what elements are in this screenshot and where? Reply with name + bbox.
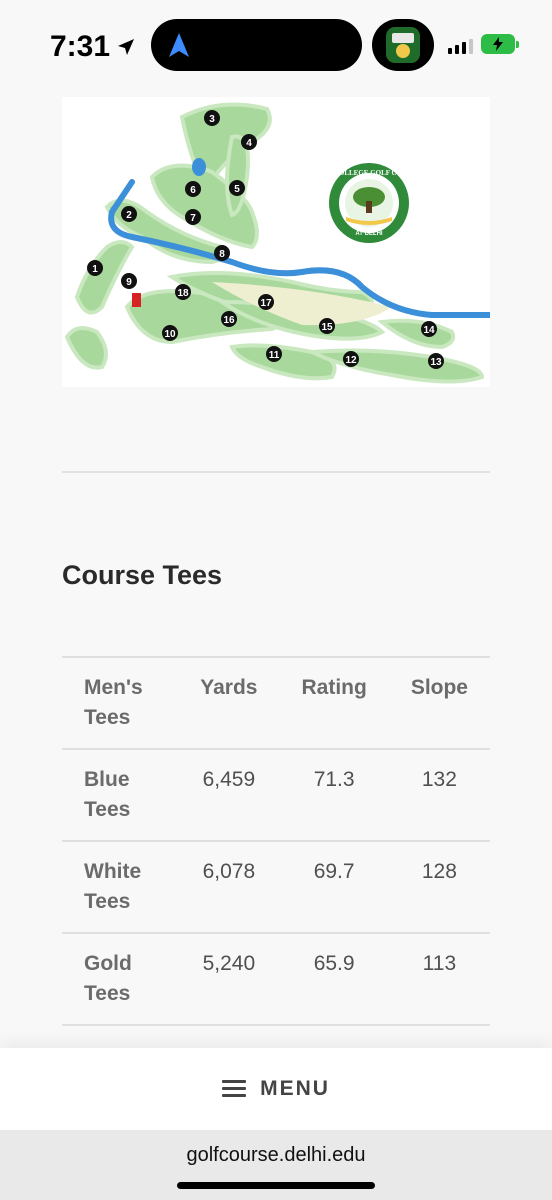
url-text[interactable]: golfcourse.delhi.edu [0, 1144, 552, 1167]
tee-yards: 5,240 [178, 932, 280, 1026]
hole-marker: 18 [175, 284, 191, 300]
tee-rating: 65.9 [279, 932, 389, 1026]
header-mens-tees: Men's Tees [62, 656, 179, 749]
svg-text:16: 16 [223, 315, 235, 326]
course-map-image: 1 2 3 4 5 6 7 8 9 10 11 12 13 14 15 16 1… [62, 97, 493, 387]
hole-marker: 5 [229, 180, 245, 196]
live-activity-app[interactable] [372, 19, 434, 71]
tee-name: Gold Tees [62, 932, 179, 1026]
table-row: Gold Tees 5,240 65.9 113 [62, 932, 490, 1026]
header-yards: Yards [178, 656, 280, 749]
svg-text:17: 17 [260, 298, 272, 309]
dynamic-island[interactable] [151, 19, 362, 71]
hole-marker: 9 [121, 273, 137, 289]
hole-marker: 16 [221, 311, 237, 327]
svg-text:4: 4 [246, 138, 252, 149]
hamburger-menu-icon [222, 1080, 247, 1098]
hole-marker: 14 [421, 321, 437, 337]
svg-text:14: 14 [423, 325, 435, 336]
hole-marker: 13 [428, 353, 444, 369]
svg-text:1: 1 [92, 264, 98, 275]
hole-marker: 3 [204, 110, 220, 126]
status-bar: 7:31 [0, 0, 552, 90]
hole-marker: 1 [87, 260, 103, 276]
svg-text:9: 9 [126, 277, 132, 288]
battery-charging-icon [481, 34, 519, 54]
svg-text:7: 7 [190, 213, 196, 224]
header-slope: Slope [388, 656, 490, 749]
tee-yards: 6,078 [178, 840, 280, 933]
browser-address-bar[interactable]: golfcourse.delhi.edu [0, 1130, 552, 1200]
tee-slope: 113 [388, 932, 490, 1026]
hole-marker: 4 [241, 134, 257, 150]
table-header-row: Men's Tees Yards Rating Slope [62, 656, 490, 749]
tee-name: Blue Tees [62, 748, 179, 841]
home-indicator[interactable] [177, 1182, 375, 1189]
svg-text:THE COLLEGE GOLF COURSE: THE COLLEGE GOLF COURSE [317, 169, 421, 177]
hole-marker: 8 [214, 245, 230, 261]
svg-text:10: 10 [164, 329, 176, 340]
table-row: Blue Tees 6,459 71.3 132 [62, 748, 490, 841]
menu-label: MENU [260, 1077, 330, 1100]
location-arrow-icon [118, 39, 135, 55]
svg-text:3: 3 [209, 114, 215, 125]
status-time: 7:31 [50, 30, 136, 64]
svg-text:11: 11 [269, 350, 280, 361]
svg-text:5: 5 [234, 184, 240, 195]
svg-text:2: 2 [126, 210, 132, 221]
hole-marker: 15 [319, 318, 335, 334]
course-tees-table: Men's Tees Yards Rating Slope Blue Tees … [62, 656, 490, 1026]
svg-text:18: 18 [177, 288, 189, 299]
menu-button[interactable]: MENU [0, 1048, 552, 1130]
course-map[interactable]: 1 2 3 4 5 6 7 8 9 10 11 12 13 14 15 16 1… [62, 97, 493, 387]
svg-text:15: 15 [321, 322, 333, 333]
svg-text:13: 13 [430, 357, 442, 368]
tee-yards: 6,459 [178, 748, 280, 841]
svg-text:6: 6 [190, 185, 196, 196]
navigation-arrow-icon [169, 33, 189, 57]
hole-marker: 12 [343, 351, 359, 367]
section-divider [62, 471, 490, 473]
tee-rating: 71.3 [279, 748, 389, 841]
svg-text:12: 12 [345, 355, 357, 366]
hole-marker: 11 [266, 346, 282, 362]
hole-marker: 7 [185, 209, 201, 225]
header-rating: Rating [279, 656, 389, 749]
golf-app-icon [386, 27, 420, 63]
tee-rating: 69.7 [279, 840, 389, 933]
tee-slope: 132 [388, 748, 490, 841]
section-title: Course Tees [62, 560, 223, 590]
tee-name: White Tees [62, 840, 179, 933]
hole-marker: 17 [258, 294, 274, 310]
table-row: White Tees 6,078 69.7 128 [62, 840, 490, 933]
svg-text:AT DELHI: AT DELHI [355, 231, 383, 237]
clock-time: 7:31 [50, 30, 111, 63]
hole-marker: 2 [121, 206, 137, 222]
tee-slope: 128 [388, 840, 490, 933]
cellular-signal-icon [448, 38, 473, 54]
hole-marker: 6 [185, 181, 201, 197]
svg-text:8: 8 [219, 249, 225, 260]
hole-marker: 10 [162, 325, 178, 341]
